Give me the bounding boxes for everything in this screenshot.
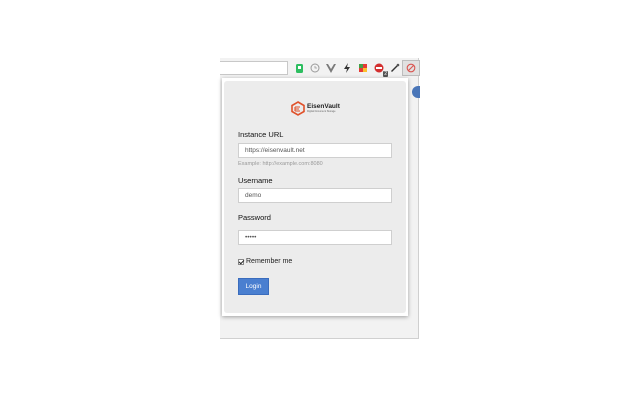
password-label: Password [238, 213, 271, 222]
extension-toolbar: 2 [291, 60, 420, 77]
password-input[interactable]: ••••• [238, 230, 392, 245]
eyedropper-icon[interactable] [387, 61, 403, 75]
remember-me-checkbox[interactable] [238, 258, 244, 265]
extension-popup: EisenVault Digital Document Storage Inst… [222, 78, 408, 316]
login-form: EisenVault Digital Document Storage Inst… [224, 81, 406, 313]
instance-url-label: Instance URL [238, 130, 284, 139]
logo-tagline: Digital Document Storage [307, 110, 336, 113]
instance-url-hint: Example: http://example.com:8080 [238, 161, 323, 167]
clock-icon[interactable] [307, 61, 323, 75]
username-label: Username [238, 176, 273, 185]
eisenvault-icon[interactable] [402, 60, 420, 76]
instance-url-input[interactable]: https://eisenvault.net [238, 143, 392, 158]
page-edge-element [412, 86, 420, 98]
adblock-icon[interactable]: 2 [371, 61, 388, 77]
login-button[interactable]: Login [238, 278, 269, 295]
username-input[interactable]: demo [238, 188, 392, 203]
remember-me-row[interactable]: Remember me [238, 258, 292, 265]
cube-logo-icon [291, 101, 305, 116]
evernote-icon[interactable] [291, 61, 307, 75]
puzzle-icon[interactable] [355, 61, 371, 75]
remember-me-label[interactable]: Remember me [246, 258, 292, 265]
eisenvault-logo: EisenVault Digital Document Storage [291, 101, 340, 116]
address-bar[interactable] [220, 61, 288, 75]
lightning-icon[interactable] [339, 61, 355, 75]
vue-devtools-icon[interactable] [323, 61, 339, 75]
